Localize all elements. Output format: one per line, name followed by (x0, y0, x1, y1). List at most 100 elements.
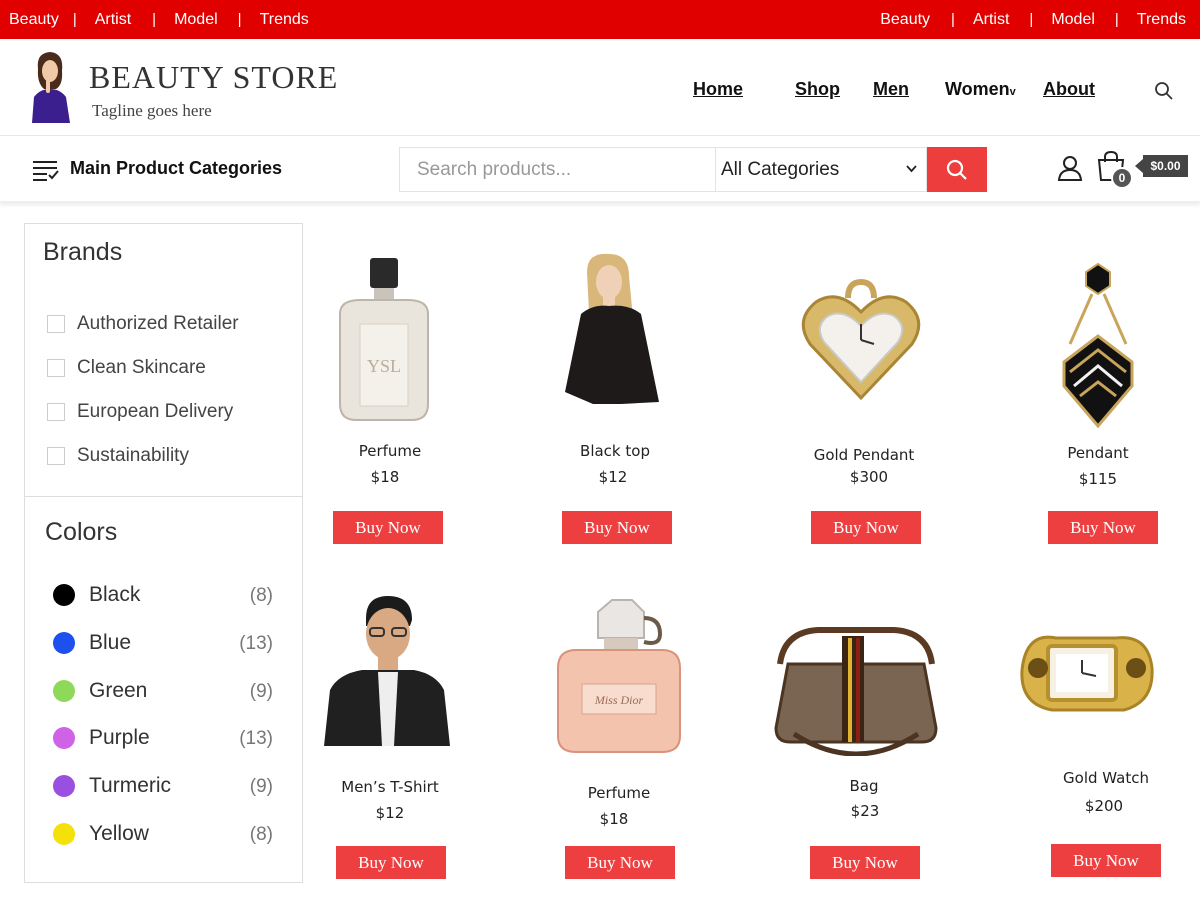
woman-black-top-icon[interactable] (563, 252, 663, 404)
product-price: $18 (370, 468, 400, 486)
color-filter-green[interactable]: Green (9) (53, 679, 273, 703)
brand-label: Authorized Retailer (77, 313, 239, 334)
buy-now-button[interactable]: Buy Now (562, 511, 672, 544)
buy-now-button[interactable]: Buy Now (810, 846, 920, 879)
product-price: $115 (1078, 470, 1118, 488)
product-price: $12 (375, 804, 405, 822)
chevron-down-icon (906, 165, 917, 173)
product-name[interactable]: Perfume (588, 784, 651, 802)
color-filter-black[interactable]: Black (8) (53, 583, 273, 607)
top-link-beauty[interactable]: Beauty (9, 11, 59, 29)
color-filter-yellow[interactable]: Yellow (8) (53, 822, 273, 846)
heart-watch-pendant-icon[interactable] (800, 278, 922, 404)
menu-icon[interactable] (32, 159, 60, 181)
brand-label: European Delivery (77, 401, 234, 422)
product-price: $300 (849, 468, 889, 486)
product-name[interactable]: Gold Watch (1063, 769, 1149, 787)
svg-text:Miss Dior: Miss Dior (594, 693, 644, 707)
colors-heading: Colors (45, 518, 118, 546)
nav-women-label: Women (945, 79, 1010, 99)
top-link-trends[interactable]: Trends (1137, 11, 1186, 29)
logo-woman-icon[interactable] (26, 49, 74, 123)
color-count: (8) (249, 585, 273, 606)
category-bar: Main Product Categories All Categories 0… (0, 136, 1200, 202)
product-name[interactable]: Perfume (359, 442, 422, 460)
nav-women[interactable]: Womenv (945, 79, 1016, 100)
brand-filter-european-delivery[interactable]: European Delivery (47, 401, 233, 423)
product-price: $23 (850, 802, 880, 820)
top-links-right: Beauty | Artist | Model | Trends (880, 0, 1186, 39)
search-button[interactable] (927, 147, 987, 192)
color-filter-purple[interactable]: Purple (13) (53, 726, 273, 750)
color-swatch (53, 632, 75, 654)
category-select[interactable]: All Categories (715, 147, 927, 192)
brands-heading: Brands (43, 238, 123, 266)
cart-count-badge: 0 (1111, 167, 1133, 189)
nav-men[interactable]: Men (873, 79, 909, 100)
site-title[interactable]: BEAUTY STORE (89, 59, 338, 96)
product-price: $200 (1084, 797, 1124, 815)
brown-bag-icon[interactable] (768, 624, 944, 756)
checkbox[interactable] (47, 403, 65, 421)
perfume-bottle-icon[interactable]: YSL (330, 254, 436, 424)
top-link-model[interactable]: Model (1051, 11, 1095, 29)
brand-label: Sustainability (77, 445, 189, 466)
product-name[interactable]: Black top (580, 442, 650, 460)
buy-now-button[interactable]: Buy Now (333, 511, 443, 544)
filter-sidebar: Brands Authorized Retailer Clean Skincar… (24, 223, 303, 883)
top-link-trends[interactable]: Trends (260, 11, 309, 29)
main-categories-title[interactable]: Main Product Categories (70, 158, 282, 179)
product-name[interactable]: Bag (849, 777, 878, 795)
man-jacket-icon[interactable] (322, 594, 452, 746)
top-links-left: Beauty | Artist | Model | Trends (9, 0, 309, 39)
buy-now-button[interactable]: Buy Now (1051, 844, 1161, 877)
cart-total[interactable]: $0.00 (1135, 155, 1188, 177)
color-label: Yellow (89, 822, 149, 845)
top-link-artist[interactable]: Artist (973, 11, 1009, 29)
buy-now-button[interactable]: Buy Now (1048, 511, 1158, 544)
buy-now-button[interactable]: Buy Now (811, 511, 921, 544)
category-select-value: All Categories (721, 158, 840, 180)
color-filter-blue[interactable]: Blue (13) (53, 631, 273, 655)
product-name[interactable]: Gold Pendant (814, 446, 915, 464)
site-tagline: Tagline goes here (92, 101, 212, 120)
pink-perfume-icon[interactable]: Miss Dior (552, 598, 686, 754)
product-name[interactable]: Pendant (1067, 444, 1128, 462)
chevron-down-icon: v (1009, 86, 1016, 98)
top-link-beauty[interactable]: Beauty (880, 11, 930, 29)
brand-filter-authorized-retailer[interactable]: Authorized Retailer (47, 313, 239, 335)
product-name[interactable]: Men’s T-Shirt (341, 778, 438, 796)
nav-shop[interactable]: Shop (795, 79, 840, 100)
color-swatch (53, 584, 75, 606)
color-swatch (53, 775, 75, 797)
divider (25, 496, 302, 497)
search-box (399, 147, 715, 192)
checkbox[interactable] (47, 359, 65, 377)
search-input[interactable] (400, 148, 715, 191)
brand-filter-clean-skincare[interactable]: Clean Skincare (47, 357, 206, 379)
earring-pendant-icon[interactable] (1060, 262, 1136, 428)
user-icon[interactable] (1057, 155, 1083, 181)
checkbox[interactable] (47, 315, 65, 333)
search-icon[interactable] (1154, 81, 1174, 101)
checkbox[interactable] (47, 447, 65, 465)
top-link-model[interactable]: Model (174, 11, 218, 29)
nav-about[interactable]: About (1043, 79, 1095, 100)
nav-home[interactable]: Home (693, 79, 743, 100)
separator: | (152, 11, 157, 28)
gold-watch-icon[interactable] (1016, 612, 1156, 748)
separator: | (237, 11, 242, 28)
top-bar: Beauty | Artist | Model | Trends Beauty … (0, 0, 1200, 39)
brand-filter-sustainability[interactable]: Sustainability (47, 445, 189, 467)
color-filter-turmeric[interactable]: Turmeric (9) (53, 774, 273, 798)
color-count: (9) (249, 776, 273, 797)
buy-now-button[interactable]: Buy Now (336, 846, 446, 879)
search-icon (946, 159, 967, 180)
color-label: Black (89, 583, 141, 606)
color-count: (8) (249, 824, 273, 845)
buy-now-button[interactable]: Buy Now (565, 846, 675, 879)
top-link-artist[interactable]: Artist (95, 11, 131, 29)
color-swatch (53, 680, 75, 702)
separator: | (1114, 11, 1119, 28)
color-count: (13) (239, 728, 273, 749)
